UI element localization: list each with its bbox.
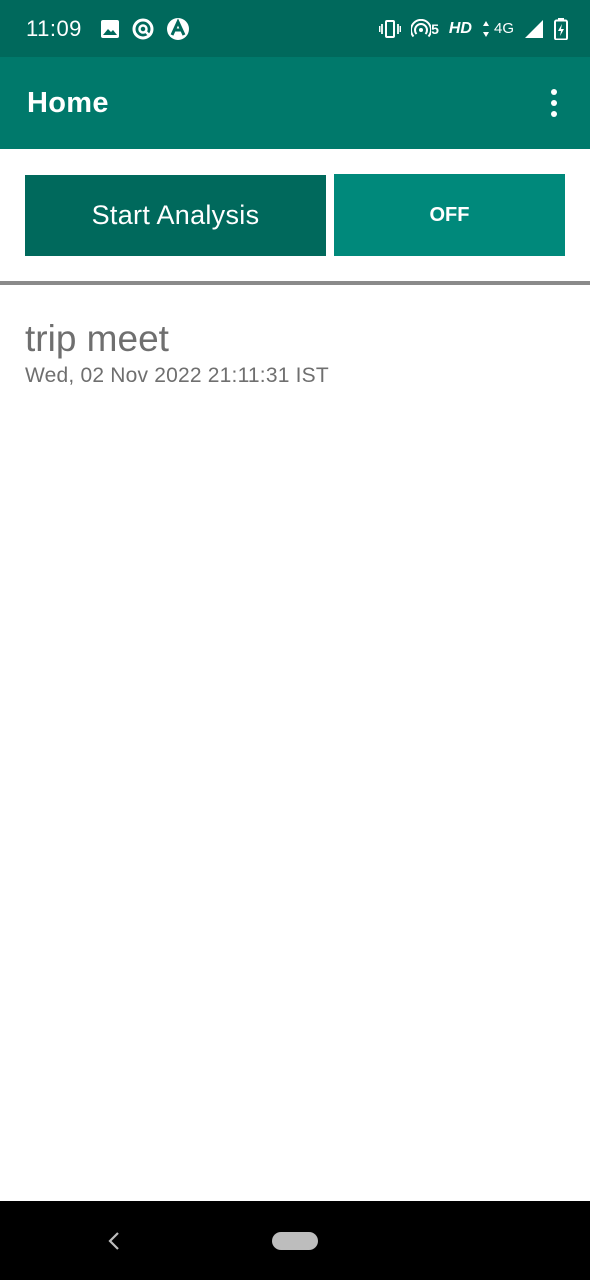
data-arrows-icon xyxy=(482,20,490,38)
status-time: 11:09 xyxy=(26,15,82,41)
data-saver-icon xyxy=(132,18,154,40)
signal-icon xyxy=(524,19,544,39)
menu-dot xyxy=(551,89,557,95)
menu-dot xyxy=(551,100,557,106)
vibrate-icon xyxy=(379,19,402,38)
list-item[interactable]: trip meet Wed, 02 Nov 2022 21:11:31 IST xyxy=(25,316,565,388)
start-analysis-button[interactable]: Start Analysis xyxy=(25,175,326,256)
status-left-group: 11:09 xyxy=(26,16,202,42)
hd-label: HD xyxy=(448,19,472,37)
menu-dot xyxy=(551,111,557,117)
divider xyxy=(0,281,590,285)
list-item-date: Wed, 02 Nov 2022 21:11:31 IST xyxy=(25,364,329,387)
status-bar: 11:09 5 HD 4G xyxy=(0,0,590,57)
battery-charging-icon xyxy=(554,17,568,40)
off-toggle-button[interactable]: OFF xyxy=(334,174,565,256)
status-right-group: 5 HD 4G xyxy=(369,17,568,40)
app-bar: Home xyxy=(0,57,590,149)
home-pill-icon[interactable] xyxy=(272,1232,318,1250)
more-vert-icon[interactable] xyxy=(544,83,564,123)
navigation-bar xyxy=(0,1201,590,1280)
list-item-title: trip meet xyxy=(25,318,169,359)
vpn-a-icon xyxy=(166,17,190,41)
image-icon xyxy=(100,19,120,39)
page-title: Home xyxy=(27,86,109,119)
hotspot-count: 5 xyxy=(431,20,439,37)
back-chevron-icon[interactable] xyxy=(100,1221,128,1261)
hotspot-icon: 5 xyxy=(411,18,439,39)
network-label: 4G xyxy=(493,20,514,37)
